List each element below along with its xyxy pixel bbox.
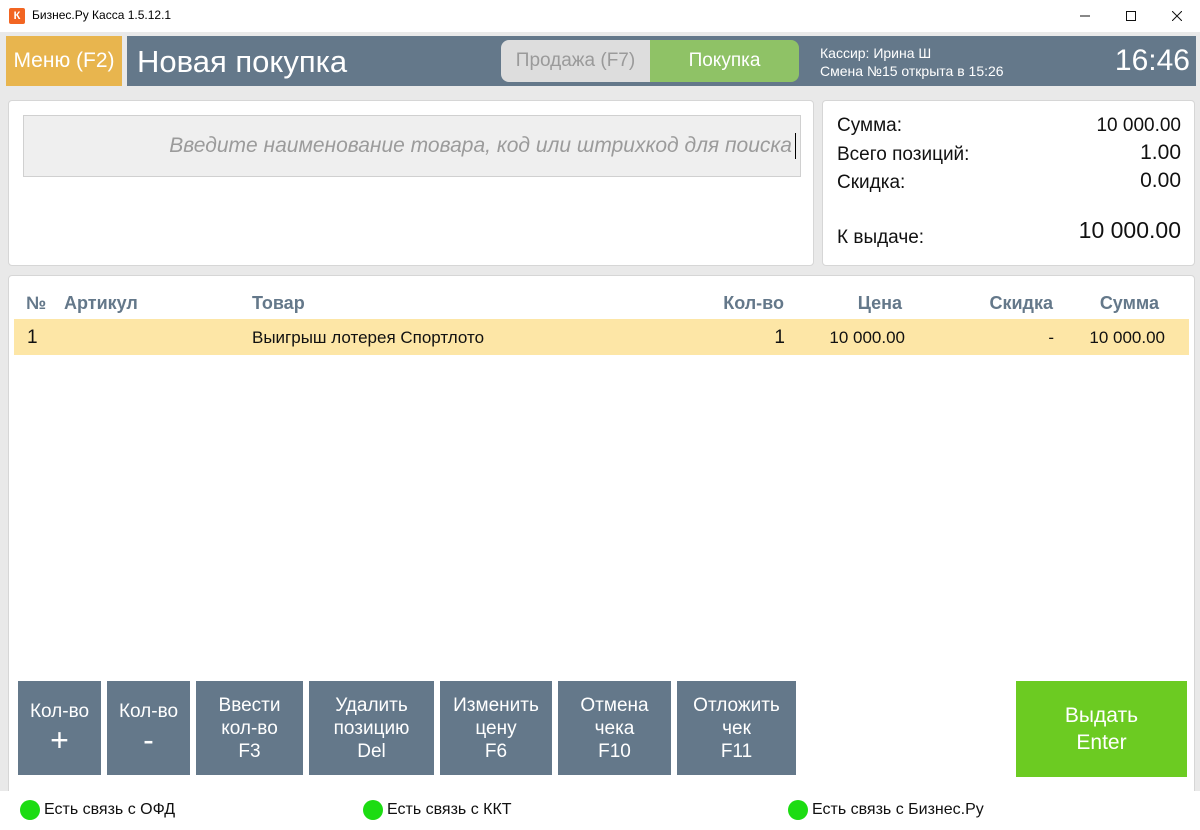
column-header-product[interactable]: Товар (252, 293, 305, 314)
defer-check-button[interactable]: Отложить чек F11 (677, 681, 796, 775)
status-bizru: Есть связь с Бизнес.Ру (788, 800, 984, 820)
connection-indicator-icon (20, 800, 40, 820)
plus-icon: + (50, 721, 69, 758)
row-num: 1 (27, 327, 38, 348)
window-titlebar: К Бизнес.Ру Касса 1.5.12.1 (0, 0, 1200, 32)
column-header-discount[interactable]: Скидка (989, 293, 1053, 314)
qty-plus-button[interactable]: Кол-во + (18, 681, 101, 775)
column-header-article[interactable]: Артикул (64, 293, 138, 314)
connection-indicator-icon (788, 800, 808, 820)
positions-value: 1.00 (1140, 141, 1181, 164)
positions-label: Всего позиций: (837, 144, 970, 165)
header-bar: Новая покупка Продажа (F7) Покупка Касси… (127, 36, 1196, 86)
mode-toggle: Продажа (F7) Покупка (501, 40, 799, 82)
enter-qty-key: F3 (238, 740, 261, 762)
cancel-check-button[interactable]: Отмена чека F10 (558, 681, 671, 775)
summary-panel: Сумма: 10 000.00 Всего позиций: 1.00 Ски… (822, 100, 1195, 266)
column-header-qty[interactable]: Кол-во (723, 293, 784, 314)
enter-qty-button[interactable]: Ввести кол-во F3 (196, 681, 303, 775)
status-ofd: Есть связь с ОФД (20, 800, 175, 820)
maximize-icon[interactable] (1108, 0, 1154, 32)
close-icon[interactable] (1154, 0, 1200, 32)
delete-position-key: Del (357, 740, 386, 762)
sum-value: 10 000.00 (1096, 115, 1181, 136)
text-caret (795, 133, 796, 159)
discount-value: 0.00 (1140, 169, 1181, 192)
issue-button[interactable]: Выдать Enter (1016, 681, 1187, 777)
discount-label: Скидка: (837, 172, 906, 193)
change-price-button[interactable]: Изменить цену F6 (440, 681, 552, 775)
row-discount: - (1048, 328, 1054, 347)
minus-icon: - (143, 721, 154, 758)
qty-minus-label: Кол-во (118, 700, 179, 722)
change-price-line1: Изменить (453, 694, 539, 716)
search-panel (8, 100, 814, 266)
row-price: 10 000.00 (829, 328, 905, 347)
defer-check-key: F11 (720, 740, 753, 762)
status-bizru-text: Есть связь с Бизнес.Ру (812, 801, 984, 818)
mode-purchase-button[interactable]: Покупка (650, 40, 799, 82)
minimize-icon[interactable] (1062, 0, 1108, 32)
cancel-check-line1: Отмена (580, 694, 649, 716)
cancel-check-key: F10 (598, 740, 631, 762)
delete-position-button[interactable]: Удалить позицию Del (309, 681, 434, 775)
enter-qty-line2: кол-во (221, 717, 278, 739)
payout-label: К выдаче: (837, 227, 925, 248)
issue-line1: Выдать (1064, 704, 1139, 727)
page-title: Новая покупка (137, 44, 348, 79)
row-total: 10 000.00 (1089, 328, 1165, 347)
delete-position-line1: Удалить (335, 694, 408, 716)
change-price-key: F6 (484, 740, 508, 762)
change-price-line2: цену (475, 717, 517, 739)
delete-position-line2: позицию (333, 717, 410, 739)
row-qty: 1 (774, 327, 785, 348)
qty-minus-button[interactable]: Кол-во - (107, 681, 190, 775)
column-header-num[interactable]: № (26, 293, 46, 314)
items-panel: № Артикул Товар Кол-во Цена Скидка Сумма… (8, 275, 1195, 814)
app-logo-icon: К (9, 8, 25, 24)
menu-button[interactable]: Меню (F2) (6, 36, 122, 86)
window-title: Бизнес.Ру Касса 1.5.12.1 (32, 8, 172, 22)
column-header-price[interactable]: Цена (858, 293, 902, 314)
issue-key: Enter (1076, 731, 1127, 754)
enter-qty-line1: Ввести (218, 694, 281, 716)
sum-label: Сумма: (837, 115, 902, 136)
qty-plus-label: Кол-во (29, 700, 90, 722)
table-row[interactable]: 1 Выигрыш лотерея Спортлото 1 10 000.00 … (14, 319, 1189, 355)
search-input[interactable] (23, 115, 801, 177)
clock: 16:46 (1114, 44, 1190, 77)
defer-check-line1: Отложить (693, 694, 780, 716)
cashier-info: Кассир: Ирина Ш Смена №15 открыта в 15:2… (820, 44, 1004, 80)
cashier-name: Кассир: Ирина Ш (820, 45, 932, 61)
status-kkt-text: Есть связь с ККТ (387, 801, 512, 818)
status-ofd-text: Есть связь с ОФД (44, 801, 176, 818)
cancel-check-line2: чека (594, 717, 635, 739)
main-content: Меню (F2) Новая покупка Продажа (F7) Пок… (0, 32, 1200, 830)
status-bar: Есть связь с ОФД Есть связь с ККТ Есть с… (0, 791, 1200, 830)
status-kkt: Есть связь с ККТ (363, 800, 512, 820)
defer-check-line2: чек (722, 717, 751, 739)
mode-sale-button[interactable]: Продажа (F7) (501, 40, 650, 82)
shift-info: Смена №15 открыта в 15:26 (820, 63, 1004, 79)
payout-value: 10 000.00 (1078, 217, 1181, 243)
connection-indicator-icon (363, 800, 383, 820)
row-product: Выигрыш лотерея Спортлото (252, 328, 485, 347)
column-header-total[interactable]: Сумма (1100, 293, 1159, 314)
